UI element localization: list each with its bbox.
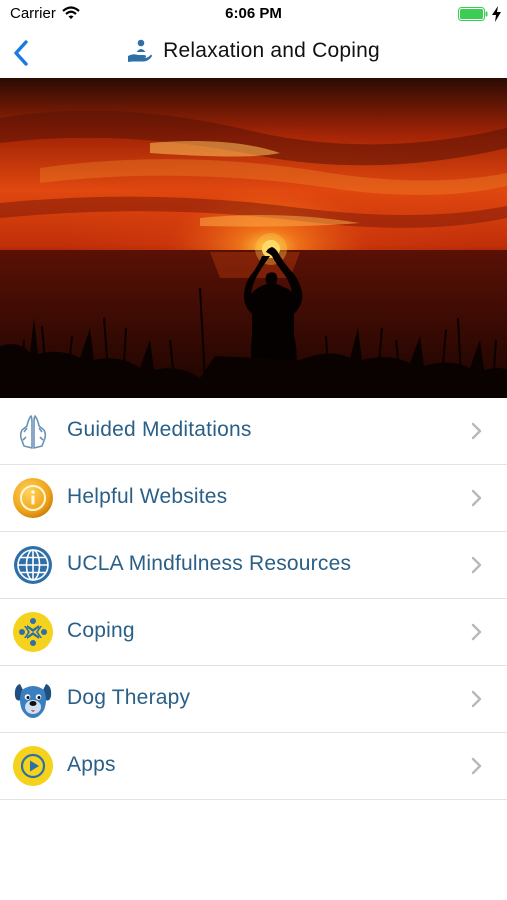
menu-row-helpful-websites[interactable]: Helpful Websites <box>0 465 507 532</box>
hand-holding-person-icon <box>128 39 153 62</box>
menu-row-coping[interactable]: Coping <box>0 599 507 666</box>
chevron-right-icon <box>471 757 482 775</box>
charging-bolt-icon <box>492 6 501 22</box>
dog-icon <box>14 684 52 718</box>
menu-label-ucla-mindfulness-resources: UCLA Mindfulness Resources <box>67 552 352 575</box>
chevron-right-icon <box>471 623 482 641</box>
menu-row-guided-meditations[interactable]: Guided Meditations <box>0 398 507 465</box>
chevron-right-icon <box>471 422 482 440</box>
play-icon <box>13 746 53 786</box>
chevron-right-icon <box>471 489 482 507</box>
chevron-right-icon <box>471 556 482 574</box>
menu-list: Guided Meditations Helpful Websites UCLA… <box>0 398 507 800</box>
status-time: 6:06 PM <box>225 5 282 22</box>
hero-sunset-image <box>0 78 507 398</box>
battery-icon <box>458 7 488 21</box>
nav-title-container: Relaxation and Coping <box>0 38 507 69</box>
menu-label-coping: Coping <box>67 619 135 642</box>
menu-label-dog-therapy: Dog Therapy <box>67 686 191 709</box>
page-title: Relaxation and Coping <box>163 39 380 62</box>
menu-label-helpful-websites: Helpful Websites <box>67 485 228 508</box>
globe-icon <box>14 546 52 584</box>
praying-hands-icon <box>19 415 47 449</box>
menu-row-dog-therapy[interactable]: Dog Therapy <box>0 666 507 733</box>
menu-label-guided-meditations: Guided Meditations <box>67 418 252 441</box>
menu-row-apps[interactable]: Apps <box>0 733 507 800</box>
people-circle-icon <box>13 612 53 652</box>
chevron-right-icon <box>471 690 482 708</box>
menu-row-ucla-mindfulness-resources[interactable]: UCLA Mindfulness Resources <box>0 532 507 599</box>
status-bar: Carrier 6:06 PM <box>0 0 507 28</box>
menu-label-apps: Apps <box>67 753 116 776</box>
navigation-bar: Relaxation and Coping <box>0 28 507 78</box>
info-icon <box>13 478 53 518</box>
sunset-silhouette-illustration <box>0 78 507 398</box>
